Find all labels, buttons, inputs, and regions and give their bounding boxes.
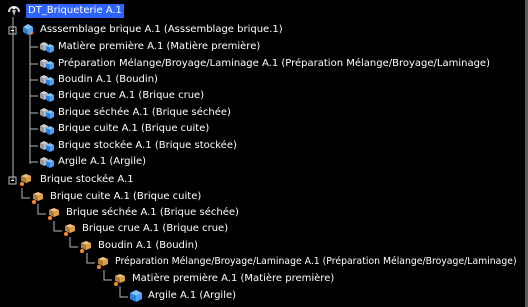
tree-node-label: Argile A.1 (Argile)	[58, 156, 147, 167]
assembly-label: Asssemblage brique A.1 (Asssemblage briq…	[40, 24, 283, 35]
process-chain-icon	[32, 192, 43, 204]
tree-node-label: Brique crue A.1 (Brique crue)	[82, 223, 229, 234]
tree-node-label: Brique séchée A.1 (Brique séchée)	[66, 207, 239, 218]
tree-node-chain-brique-sechee[interactable]: Brique séchée A.1 (Brique séchée)	[46, 205, 366, 221]
tree-node-label: Brique stockée A.1	[40, 174, 134, 185]
assembly-icon	[23, 24, 34, 35]
tree-node-assembly[interactable]: Asssemblage brique A.1 (Asssemblage briq…	[8, 22, 528, 38]
tree-node-chain-boudin[interactable]: Boudin A.1 (Boudin)	[78, 238, 398, 254]
tree-root-node[interactable]: DT_Briqueterie A.1	[6, 3, 206, 19]
part-cube-icon	[40, 59, 54, 70]
part-cube-icon	[40, 141, 54, 152]
tree-node-boudin[interactable]: Boudin A.1 (Boudin)	[38, 72, 338, 88]
tree-node-chain-brique-stockee[interactable]: Brique stockée A.1	[8, 172, 308, 188]
tree-node-argile[interactable]: Argile A.1 (Argile)	[38, 154, 338, 170]
part-cube-icon	[40, 124, 54, 135]
tree-node-chain-brique-cuite[interactable]: Brique cuite A.1 (Brique cuite)	[30, 189, 330, 205]
part-cube-icon	[40, 42, 54, 53]
process-chain-icon	[20, 174, 31, 186]
tree-node-chain-matiere-premiere[interactable]: Matière première A.1 (Matière première)	[112, 271, 472, 287]
specification-tree: DT_Briqueterie A.1 Asssemblage brique A.…	[0, 0, 528, 307]
process-chain-icon	[97, 257, 108, 269]
part-cube-icon	[40, 75, 54, 86]
tree-node-chain-argile[interactable]: Argile A.1 (Argile)	[128, 288, 428, 304]
tree-node-label: Argile A.1 (Argile)	[148, 290, 237, 301]
tree-node-brique-stockee[interactable]: Brique stockée A.1 (Brique stockée)	[38, 138, 338, 154]
tree-node-chain-preparation[interactable]: Préparation Mélange/Broyage/Laminage A.1…	[95, 254, 528, 270]
process-chain-icon	[64, 224, 75, 236]
tree-node-label: Brique crue A.1 (Brique crue)	[58, 90, 205, 101]
tree-node-brique-cuite[interactable]: Brique cuite A.1 (Brique cuite)	[38, 121, 338, 137]
part-cube-icon	[130, 290, 142, 302]
tree-node-matiere-premiere[interactable]: Matière première A.1 (Matière première)	[38, 39, 508, 55]
tree-node-label: Matière première A.1 (Matière première)	[58, 41, 261, 52]
tree-node-label: Préparation Mélange/Broyage/Laminage A.1…	[58, 58, 490, 69]
tree-root-icon	[8, 6, 20, 16]
tree-node-preparation[interactable]: Préparation Mélange/Broyage/Laminage A.1…	[38, 56, 528, 72]
tree-node-label: Matière première A.1 (Matière première)	[132, 273, 335, 284]
process-chain-icon	[114, 274, 125, 286]
tree-node-chain-brique-crue[interactable]: Brique crue A.1 (Brique crue)	[62, 221, 382, 237]
tree-node-label: Brique séchée A.1 (Brique séchée)	[58, 107, 231, 118]
tree-node-label: Boudin A.1 (Boudin)	[58, 74, 158, 85]
tree-node-label: Préparation Mélange/Broyage/Laminage A.1…	[115, 256, 517, 267]
tree-node-brique-sechee[interactable]: Brique séchée A.1 (Brique séchée)	[38, 105, 338, 121]
part-cube-icon	[40, 108, 54, 119]
tree-node-label: Brique stockée A.1 (Brique stockée)	[58, 140, 237, 151]
process-chain-icon	[80, 241, 91, 253]
part-cube-icon	[40, 91, 54, 102]
process-chain-icon	[48, 208, 59, 220]
tree-node-label: Boudin A.1 (Boudin)	[98, 240, 198, 251]
tree-node-brique-crue[interactable]: Brique crue A.1 (Brique crue)	[38, 88, 338, 104]
part-cube-icon	[40, 157, 54, 168]
tree-root-label: DT_Briqueterie A.1	[26, 4, 124, 18]
tree-node-label: Brique cuite A.1 (Brique cuite)	[50, 191, 202, 202]
tree-node-label: Brique cuite A.1 (Brique cuite)	[58, 123, 210, 134]
